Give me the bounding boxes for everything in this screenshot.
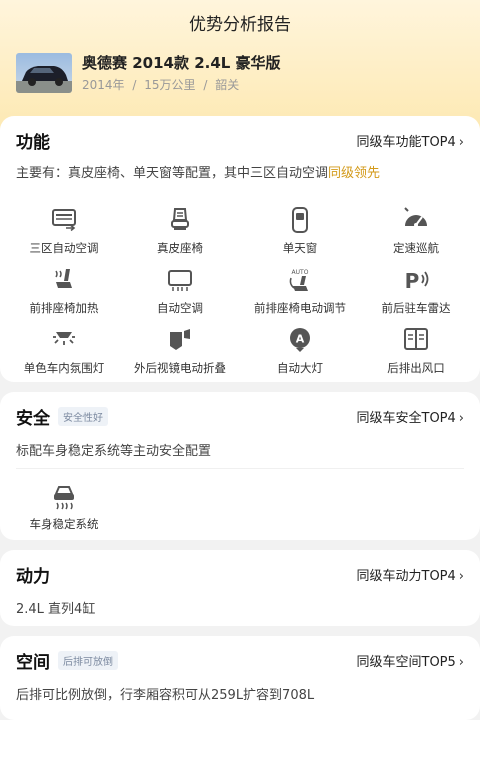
chevron-right-icon: ›: [458, 135, 464, 150]
feature-label: 单天窗: [282, 241, 318, 255]
auto-headlight-icon: A: [290, 328, 310, 352]
rank-label: 同级车功能TOP4: [356, 135, 456, 150]
feature-label: 车身稳定系统: [29, 517, 99, 531]
climate-zone-icon: [52, 209, 76, 232]
seat-heating-icon: [55, 269, 72, 288]
svg-text:P: P: [405, 269, 420, 293]
space-rank-link[interactable]: 同级车空间TOP5 ›: [357, 651, 465, 670]
feature-item[interactable]: 单天窗: [240, 206, 360, 256]
page-header: 优势分析报告 奥德赛 2014款 2.4L 豪华版 2014年 / 15万公里 …: [0, 0, 480, 130]
function-card: 功能 同级车功能TOP4 › 主要有：真皮座椅、单天窗等配置，其中三区自动空调同级…: [0, 116, 480, 382]
section-tag: 安全性好: [58, 407, 108, 426]
feature-item[interactable]: 三区自动空调: [4, 206, 124, 256]
safety-card: 安全 安全性好 同级车安全TOP4 › 标配车身稳定系统等主动安全配置 车身稳定系统: [0, 392, 480, 540]
power-seat-icon: AUTO: [289, 269, 309, 291]
feature-item[interactable]: 外后视镜电动折叠: [120, 326, 240, 376]
feature-item[interactable]: 车身稳定系统: [4, 482, 124, 532]
cruise-control-icon: [404, 207, 427, 227]
page-title: 优势分析报告: [189, 15, 291, 35]
feature-item[interactable]: P 前后驻车雷达: [356, 266, 476, 316]
desc-text: 主要有：真皮座椅、单天窗等配置，其中三区自动空调: [16, 166, 329, 181]
sunroof-icon: [292, 207, 308, 233]
feature-label: 自动大灯: [277, 361, 323, 375]
car-city: 韶关: [215, 78, 240, 92]
function-desc: 主要有：真皮座椅、单天窗等配置，其中三区自动空调同级领先: [16, 162, 464, 181]
svg-text:A: A: [296, 333, 305, 346]
chevron-right-icon: ›: [458, 655, 464, 670]
car-thumbnail[interactable]: [16, 53, 72, 93]
power-desc: 2.4L 直列4缸: [16, 602, 96, 617]
feature-item[interactable]: 真皮座椅: [120, 206, 240, 256]
feature-label: 前后驻车雷达: [381, 301, 451, 315]
divider: [16, 468, 464, 469]
parking-radar-icon: P: [405, 269, 429, 293]
feature-label: 外后视镜电动折叠: [134, 361, 226, 375]
feature-item[interactable]: 前排座椅加热: [4, 266, 124, 316]
section-tag: 后排可放倒: [58, 651, 118, 670]
feature-item[interactable]: A 自动大灯: [240, 326, 360, 376]
function-rank-link[interactable]: 同级车功能TOP4 ›: [357, 131, 465, 150]
section-title: 安全: [16, 409, 50, 429]
rank-label: 同级车空间TOP5: [356, 655, 456, 670]
feature-label: 定速巡航: [393, 241, 439, 255]
chevron-right-icon: ›: [458, 569, 464, 584]
meta-separator: /: [203, 78, 208, 92]
feature-label: 自动空调: [157, 301, 203, 315]
svg-text:AUTO: AUTO: [292, 269, 309, 276]
car-meta: 2014年 / 15万公里 / 韶关: [82, 76, 243, 93]
meta-separator: /: [132, 78, 137, 92]
feature-item[interactable]: 后排出风口: [356, 326, 476, 376]
feature-label: 前排座椅电动调节: [254, 301, 346, 315]
rank-label: 同级车安全TOP4: [356, 411, 456, 426]
feature-item[interactable]: 自动空调: [120, 266, 240, 316]
feature-item[interactable]: AUTO 前排座椅电动调节: [240, 266, 360, 316]
power-card: 动力 同级车动力TOP4 › 2.4L 直列4缸: [0, 550, 480, 626]
feature-label: 真皮座椅: [157, 241, 203, 255]
mirror-fold-icon: [170, 329, 190, 350]
chevron-right-icon: ›: [458, 411, 464, 426]
desc-highlight: 同级领先: [328, 166, 381, 181]
space-card: 空间 后排可放倒 同级车空间TOP5 › 后排可比例放倒，行李厢容积可从259L扩容…: [0, 636, 480, 720]
stability-control-icon: [54, 486, 74, 510]
power-rank-link[interactable]: 同级车动力TOP4 ›: [357, 565, 465, 584]
section-title: 动力: [16, 567, 50, 587]
car-year: 2014年: [82, 78, 125, 92]
space-desc: 后排可比例放倒，行李厢容积可从259L扩容到708L: [16, 688, 315, 703]
feature-label: 三区自动空调: [29, 241, 99, 255]
auto-ac-icon: [168, 270, 192, 291]
section-title: 功能: [16, 133, 50, 153]
feature-label: 后排出风口: [387, 361, 445, 375]
car-title: 奥德赛 2014款 2.4L 豪华版: [82, 54, 281, 72]
section-title: 空间: [16, 653, 50, 673]
safety-rank-link[interactable]: 同级车安全TOP4 ›: [357, 407, 465, 426]
safety-desc: 标配车身稳定系统等主动安全配置: [16, 444, 212, 459]
feature-label: 单色车内氛围灯: [23, 361, 105, 375]
rear-vent-icon: [404, 328, 428, 350]
feature-item[interactable]: 定速巡航: [356, 206, 476, 256]
rank-label: 同级车动力TOP4: [356, 569, 456, 584]
feature-item[interactable]: 单色车内氛围灯: [4, 326, 124, 376]
feature-label: 前排座椅加热: [29, 301, 99, 315]
leather-seat-icon: [171, 208, 189, 230]
ambient-light-icon: [53, 332, 75, 345]
page-bottom: [0, 720, 480, 762]
car-mileage: 15万公里: [144, 78, 196, 92]
